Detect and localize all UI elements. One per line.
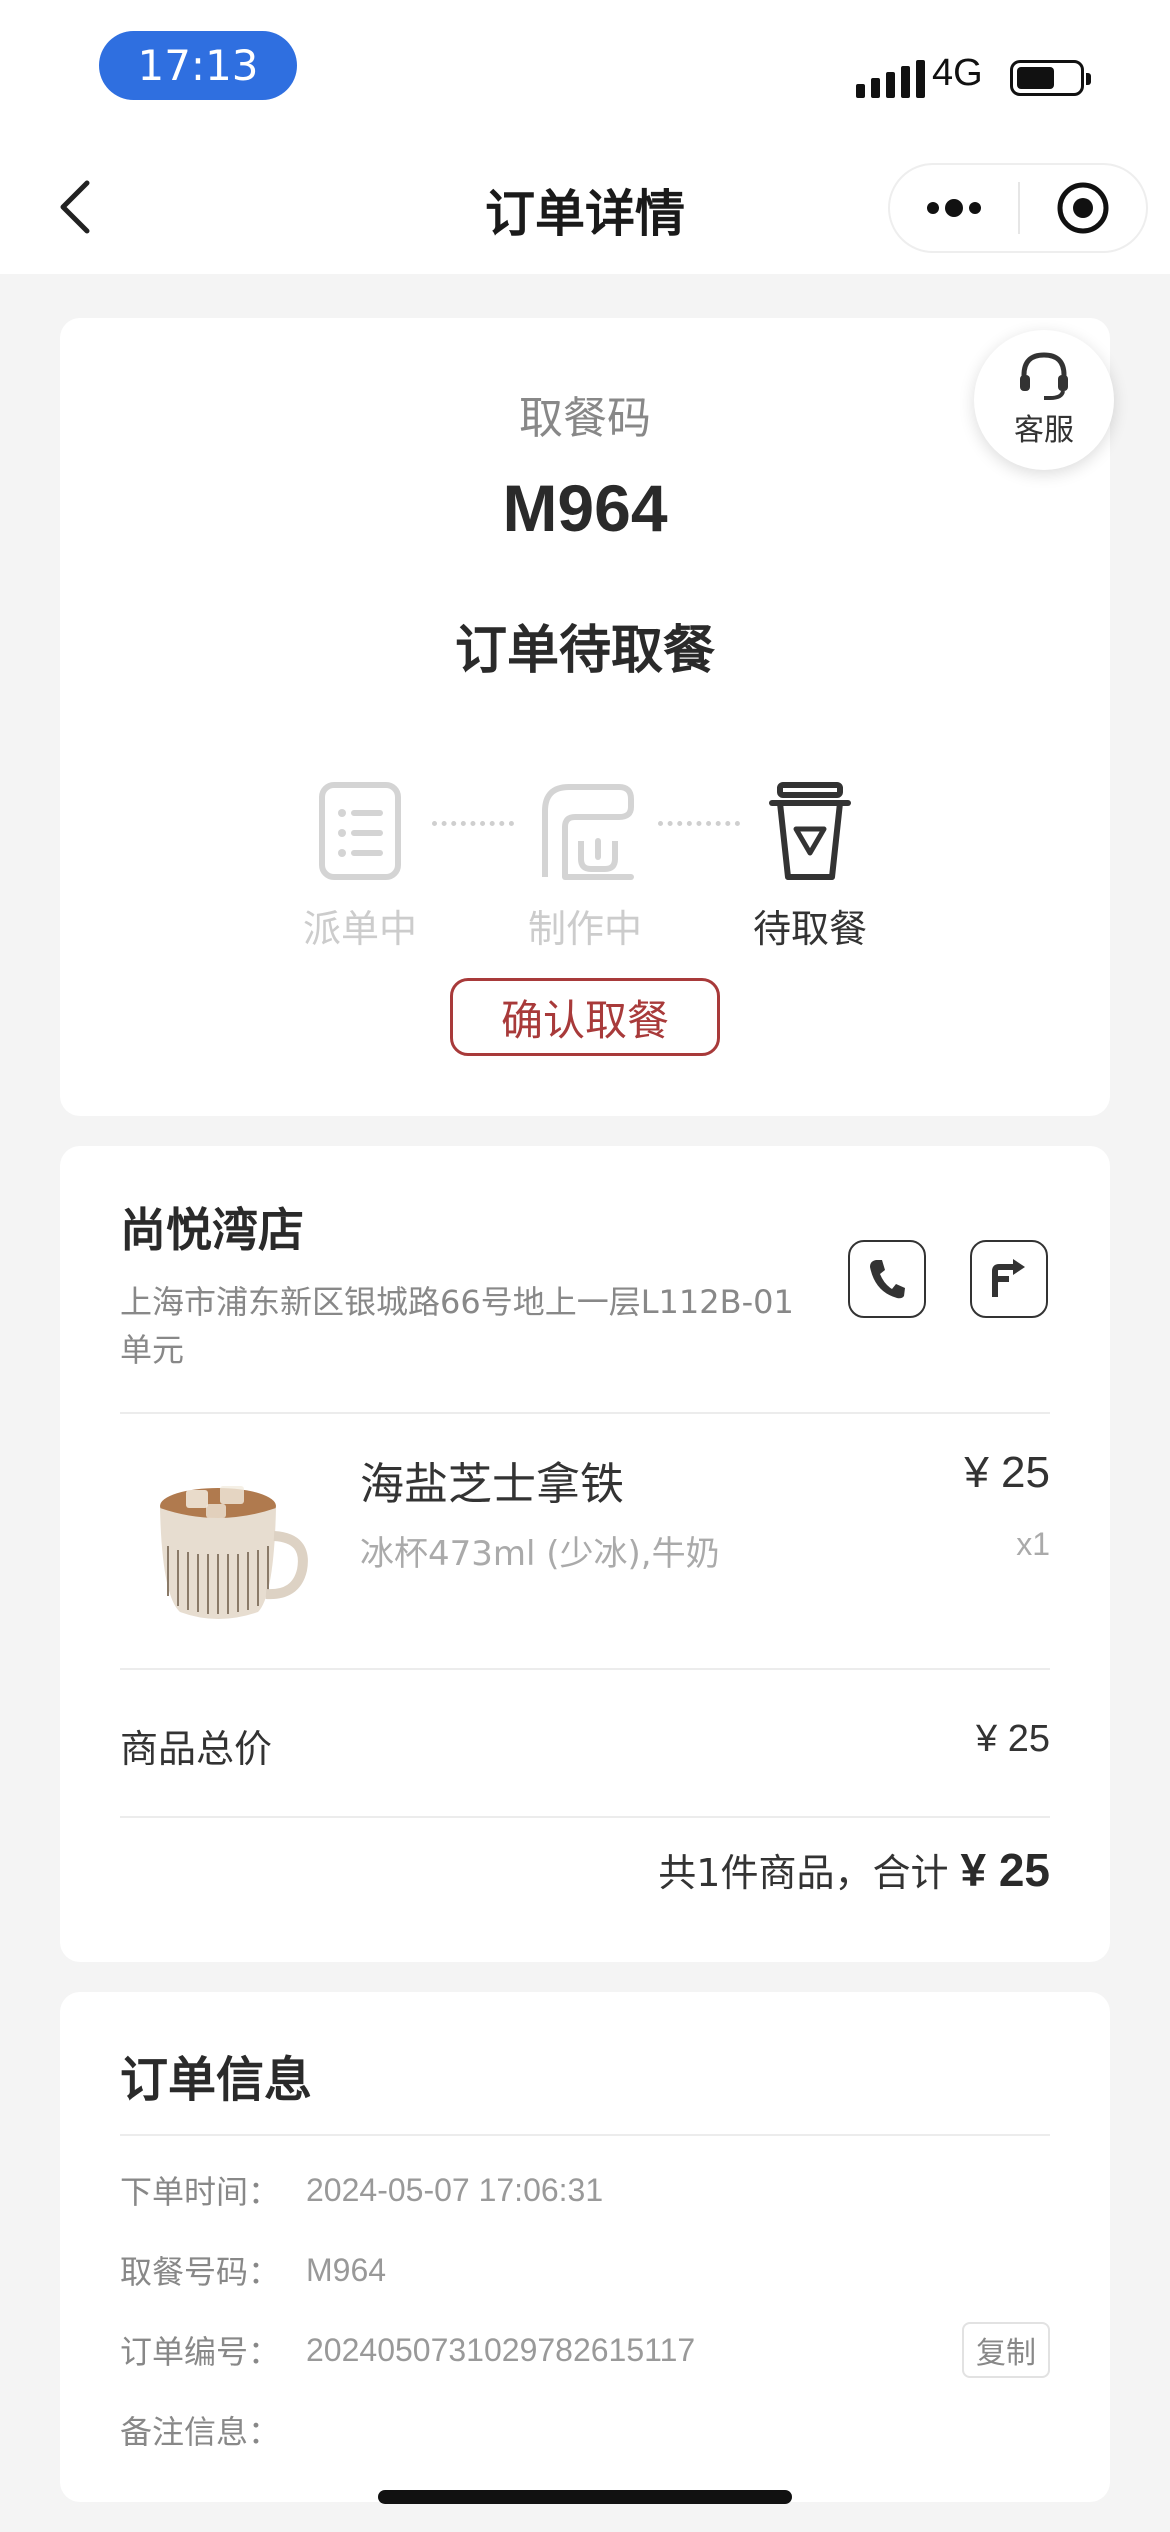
info-value: 20240507310297826151​17 xyxy=(306,2331,696,2368)
cup-icon xyxy=(769,782,851,880)
directions-icon xyxy=(992,1259,1025,1297)
navigate-button[interactable] xyxy=(970,1240,1048,1318)
info-key: 下单时间： xyxy=(120,2173,281,2211)
network-label: 4G xyxy=(932,52,983,94)
confirm-pickup-button[interactable]: 确认取餐 xyxy=(450,978,720,1056)
pickup-code-label: 取餐码 xyxy=(519,393,651,444)
divider xyxy=(120,1412,1050,1414)
divider xyxy=(120,2134,1050,2136)
order-info-card: 订单信息 下单时间： 2024-05-07 17:06:31 取餐号码： M96… xyxy=(60,1992,1110,2502)
more-icon-dot xyxy=(945,199,963,217)
info-row-order-time: 下单时间： 2024-05-07 17:06:31 xyxy=(120,2160,1050,2220)
subtotal-value: ¥ 25 xyxy=(976,1718,1050,1760)
store-name: 尚悦湾店 xyxy=(120,1203,304,1257)
total-value: ¥ 25 xyxy=(960,1844,1050,1896)
info-key: 订单编号： xyxy=(120,2333,281,2371)
product-price: ¥ 25 xyxy=(964,1448,1050,1497)
coffee-machine-icon xyxy=(542,784,634,880)
total-label: 共1件商品，合计 xyxy=(658,1851,949,1895)
info-row-order-number: 订单编号： 20240507310297826151​17 复制 xyxy=(120,2320,1050,2380)
info-key: 备注信息： xyxy=(120,2413,281,2451)
info-key: 取餐号码： xyxy=(120,2253,281,2291)
divider xyxy=(120,1816,1050,1818)
step-label: 制作中 xyxy=(527,907,642,951)
order-status: 订单待取餐 xyxy=(454,621,715,681)
divider xyxy=(120,1668,1050,1670)
info-row-pickup-code: 取餐号码： M964 xyxy=(120,2240,1050,2300)
more-icon-dot xyxy=(969,202,981,214)
product-name: 海盐芝士拿铁 xyxy=(360,1459,624,1510)
miniprogram-capsule xyxy=(888,163,1148,253)
call-store-button[interactable] xyxy=(848,1240,926,1318)
order-info-title: 订单信息 xyxy=(120,2052,313,2108)
battery-icon xyxy=(1010,60,1091,96)
home-indicator xyxy=(378,2490,792,2504)
headset-icon xyxy=(1020,352,1068,400)
phone-icon xyxy=(870,1260,905,1299)
copy-order-number-button[interactable]: 复制 xyxy=(962,2322,1050,2378)
info-row-remarks: 备注信息： xyxy=(120,2400,1050,2460)
status-bar: 17:13 4G xyxy=(0,0,1170,140)
step-dispatching: 派单中 xyxy=(260,776,460,953)
signal-icon xyxy=(856,58,925,98)
target-icon xyxy=(1057,182,1109,234)
store-address: 上海市浦东新区银城路66号地上一层L112B-01单元 xyxy=(120,1283,794,1369)
product-quantity: x1 xyxy=(1016,1526,1050,1562)
service-label: 客服 xyxy=(1014,413,1074,448)
more-button[interactable] xyxy=(890,199,1018,217)
more-icon xyxy=(927,202,939,214)
step-label: 派单中 xyxy=(302,907,417,951)
nav-bar: 订单详情 xyxy=(0,140,1170,274)
close-miniprogram-button[interactable] xyxy=(1020,180,1146,236)
product-image xyxy=(160,1486,308,1619)
subtotal-label: 商品总价 xyxy=(120,1727,273,1771)
info-value: M964 xyxy=(306,2251,387,2288)
customer-service-button[interactable]: 客服 xyxy=(974,330,1114,470)
order-total: 共1件商品，合计 ¥ 25 xyxy=(658,1842,1050,1897)
pickup-code: M964 xyxy=(502,471,668,545)
pickup-card: 取餐码 M964 订单待取餐 派单中 制作中 待取餐 确认取餐 xyxy=(60,318,1110,1116)
info-value: 2024-05-07 17:06:31 xyxy=(306,2171,604,2208)
step-making: 制作中 xyxy=(485,776,685,953)
product-options: 冰杯473ml (少冰),牛奶 xyxy=(360,1534,720,1574)
store-card: 尚悦湾店 上海市浦东新区银城路66号地上一层L112B-01单元 海盐芝士拿铁 … xyxy=(60,1146,1110,1962)
step-ready: 待取餐 xyxy=(710,776,910,953)
list-icon xyxy=(319,782,401,880)
step-label: 待取餐 xyxy=(752,907,867,951)
status-time: 17:13 xyxy=(99,31,297,100)
